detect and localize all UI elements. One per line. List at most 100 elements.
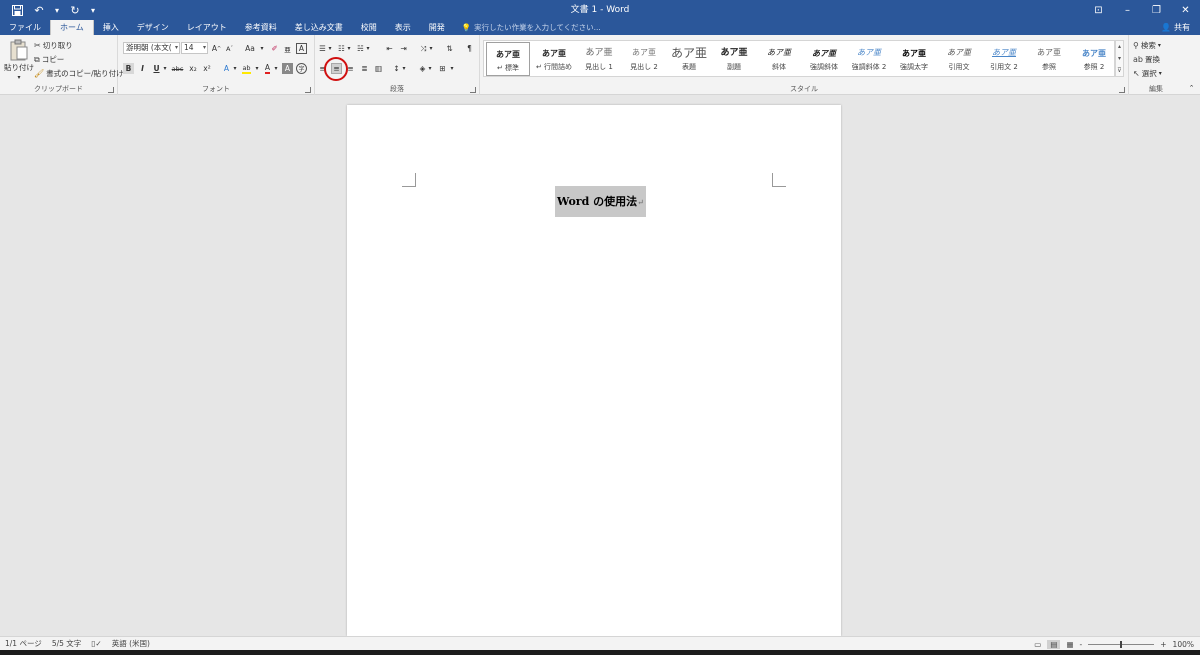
ribbon-display-options-icon[interactable]: ⊡ [1084, 0, 1113, 20]
document-page[interactable]: Word の使用法↵ [347, 105, 841, 636]
style-title[interactable]: あア亜 表題 [667, 42, 711, 76]
tab-file[interactable]: ファイル [0, 20, 50, 35]
save-icon[interactable] [8, 1, 26, 19]
enclose-characters-button[interactable]: 字 [296, 63, 307, 74]
tab-developer[interactable]: 開発 [420, 20, 454, 35]
copy-button[interactable]: ⧉ コピー [34, 54, 64, 65]
distributed-icon[interactable]: ▥ [373, 63, 384, 74]
styles-launcher-icon[interactable] [1119, 87, 1125, 93]
document-title-paragraph[interactable]: Word の使用法↵ [555, 186, 646, 217]
share-button[interactable]: 👤 共有 [1161, 20, 1190, 35]
strikethrough-button[interactable]: abc [170, 63, 185, 74]
read-mode-icon[interactable]: ▭ [1034, 640, 1041, 649]
clear-formatting-icon[interactable]: ✐ [269, 43, 280, 54]
font-color-dropdown-icon[interactable]: ▾ [273, 63, 279, 74]
justify-icon[interactable]: ≣ [359, 63, 370, 74]
page-count[interactable]: 1/1 ページ [0, 638, 47, 649]
increase-indent-icon[interactable]: ⇥ [398, 43, 409, 54]
subscript-button[interactable]: x₂ [187, 63, 199, 74]
zoom-out-button[interactable]: - [1080, 640, 1083, 649]
style-emphasis[interactable]: あア亜 斜体 [757, 42, 801, 76]
gallery-scroll-up-icon[interactable]: ▴ [1116, 41, 1123, 53]
word-count[interactable]: 5/5 文字 [47, 638, 86, 649]
paragraph-launcher-icon[interactable] [470, 87, 476, 93]
tab-references[interactable]: 参考資料 [236, 20, 286, 35]
zoom-level[interactable]: 100% [1173, 640, 1194, 649]
tab-mailings[interactable]: 差し込み文書 [286, 20, 352, 35]
bullets-dropdown-icon[interactable]: ▾ [327, 43, 333, 54]
style-no-spacing[interactable]: あア亜 ↵ 行間詰め [532, 42, 576, 76]
paste-button[interactable]: 貼り付け ▾ [4, 39, 34, 81]
undo-dropdown-icon[interactable]: ▾ [52, 1, 62, 19]
tell-me-box[interactable]: 💡 実行したい作業を入力してください... [454, 20, 601, 35]
text-effects-button[interactable]: A [221, 63, 232, 74]
minimize-icon[interactable]: – [1113, 0, 1142, 20]
proofing-icon[interactable]: ▯✓ [86, 639, 106, 648]
style-intense-emphasis-2[interactable]: あア亜 強調斜体 2 [847, 42, 891, 76]
numbering-dropdown-icon[interactable]: ▾ [346, 43, 352, 54]
style-reference-2[interactable]: あア亜 参照 2 [1072, 42, 1116, 76]
tab-home[interactable]: ホーム [50, 20, 94, 35]
grow-font-button[interactable]: A ^ [211, 43, 222, 54]
superscript-button[interactable]: x² [201, 63, 213, 74]
gallery-scroll-down-icon[interactable]: ▾ [1116, 53, 1123, 65]
tab-insert[interactable]: 挿入 [94, 20, 128, 35]
change-case-dropdown-icon[interactable]: ▾ [259, 43, 265, 54]
style-heading-1[interactable]: あア亜 見出し 1 [577, 42, 621, 76]
tab-layout[interactable]: レイアウト [178, 20, 236, 35]
language-status[interactable]: 英語 (米国) [107, 638, 155, 649]
shrink-font-button[interactable]: Aˇ [224, 43, 235, 54]
bold-button[interactable]: B [123, 63, 134, 74]
text-direction-dropdown-icon[interactable]: ▾ [428, 43, 434, 54]
style-strong[interactable]: あア亜 強調太字 [892, 42, 936, 76]
style-intense-emphasis[interactable]: あア亜 強調斜体 [802, 42, 846, 76]
tab-review[interactable]: 校閲 [352, 20, 386, 35]
character-shading-button[interactable]: A [282, 63, 293, 74]
italic-button[interactable]: I [137, 63, 148, 74]
undo-icon[interactable]: ↶ [30, 1, 48, 19]
collapse-ribbon-icon[interactable]: ⌃ [1186, 82, 1197, 93]
zoom-slider[interactable] [1088, 640, 1155, 648]
highlight-button[interactable]: ab [240, 63, 253, 74]
clipboard-launcher-icon[interactable] [108, 87, 114, 93]
phonetic-guide-button[interactable]: 亜 [282, 43, 293, 54]
style-reference[interactable]: あア亜 参照 [1027, 42, 1071, 76]
style-normal[interactable]: あア亜 ↵ 標準 [486, 42, 530, 76]
font-color-button[interactable]: A [262, 63, 273, 74]
decrease-indent-icon[interactable]: ⇤ [384, 43, 395, 54]
line-spacing-dropdown-icon[interactable]: ▾ [401, 63, 407, 74]
restore-icon[interactable]: ❐ [1142, 0, 1171, 20]
replace-button[interactable]: ab 置換 [1133, 54, 1160, 65]
style-heading-2[interactable]: あア亜 見出し 2 [622, 42, 666, 76]
character-border-button[interactable]: A [296, 43, 307, 54]
tab-design[interactable]: デザイン [128, 20, 178, 35]
zoom-in-button[interactable]: + [1160, 640, 1166, 649]
multilevel-list-dropdown-icon[interactable]: ▾ [365, 43, 371, 54]
font-name-combo[interactable]: 游明朝 (本文( ▾ [123, 42, 180, 54]
cut-button[interactable]: ✂ 切り取り [34, 40, 73, 51]
find-button[interactable]: ⚲ 検索 ▾ [1133, 40, 1161, 51]
format-painter-button[interactable]: 🖌 書式のコピー/貼り付け [34, 68, 124, 79]
font-size-combo[interactable]: 14 ▾ [181, 42, 208, 54]
text-effects-dropdown-icon[interactable]: ▾ [232, 63, 238, 74]
change-case-button[interactable]: Aa [242, 43, 258, 54]
print-layout-icon[interactable]: ▤ [1047, 639, 1061, 649]
close-icon[interactable]: ✕ [1171, 0, 1200, 20]
customize-icon[interactable]: ▾ [88, 1, 98, 19]
highlight-dropdown-icon[interactable]: ▾ [254, 63, 260, 74]
borders-icon[interactable]: ⊞ [437, 63, 448, 74]
style-intense-quote[interactable]: あア亜 引用文 2 [982, 42, 1026, 76]
web-layout-icon[interactable]: ▦ [1066, 640, 1073, 649]
style-subtitle[interactable]: あア亜 副題 [712, 42, 756, 76]
show-hide-marks-icon[interactable]: ¶ [464, 43, 475, 54]
style-quote[interactable]: あア亜 引用文 [937, 42, 981, 76]
select-button[interactable]: ↖ 選択 ▾ [1133, 68, 1162, 79]
shading-dropdown-icon[interactable]: ▾ [427, 63, 433, 74]
gallery-more-icon[interactable]: ⊽ [1116, 65, 1123, 77]
zoom-slider-thumb[interactable] [1120, 640, 1123, 648]
font-launcher-icon[interactable] [305, 87, 311, 93]
sort-icon[interactable]: ⇅ [444, 43, 455, 54]
underline-button[interactable]: U [151, 63, 162, 74]
tab-view[interactable]: 表示 [386, 20, 420, 35]
underline-dropdown-icon[interactable]: ▾ [162, 63, 168, 74]
